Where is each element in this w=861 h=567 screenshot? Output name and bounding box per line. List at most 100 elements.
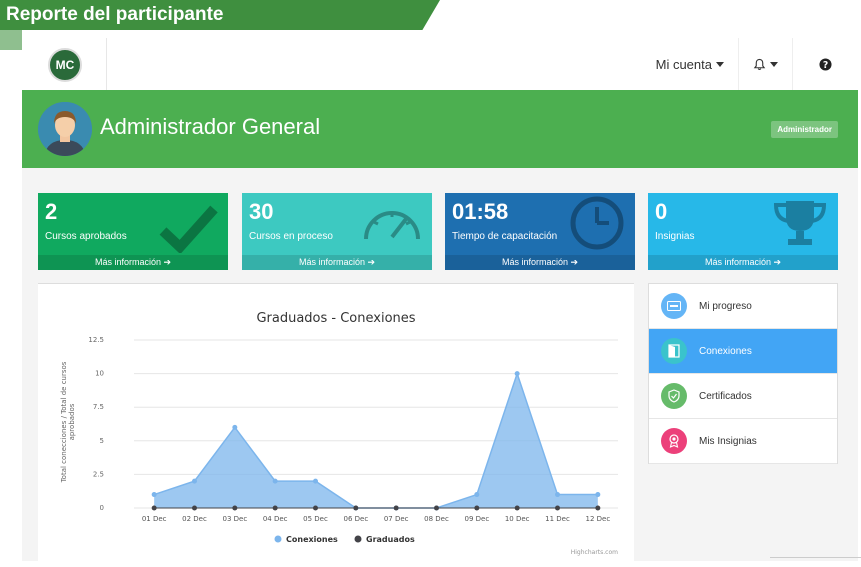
speedometer-icon bbox=[364, 211, 420, 240]
x-tick-label: 01 Dec bbox=[142, 515, 167, 523]
data-point-graduados[interactable] bbox=[474, 505, 480, 511]
data-point-graduados[interactable] bbox=[434, 505, 439, 511]
data-point-graduados[interactable] bbox=[353, 505, 359, 511]
more-info-label: Más información bbox=[298, 257, 365, 267]
data-point-conexiones[interactable] bbox=[514, 371, 520, 377]
x-tick-label: 07 Dec bbox=[384, 515, 409, 523]
y-tick-label: 12.5 bbox=[88, 336, 104, 344]
y-tick-label: 0 bbox=[100, 504, 104, 512]
stat-value: 01:58 bbox=[452, 199, 509, 224]
stat-box-training-time: 01:58 Tiempo de capacitación Más informa… bbox=[445, 193, 635, 270]
check-icon bbox=[159, 205, 218, 253]
navbar-divider bbox=[106, 38, 107, 90]
side-menu: Mi progreso Conexiones Certificados Mis Ins… bbox=[648, 283, 838, 464]
user-full-name: Administrador General bbox=[100, 114, 321, 139]
trophy-icon bbox=[773, 201, 827, 245]
x-tick-label: 02 Dec bbox=[182, 515, 207, 523]
stat-value: 0 bbox=[655, 199, 668, 224]
data-point-conexiones[interactable] bbox=[313, 478, 318, 484]
chart-legend[interactable]: Conexiones Graduados bbox=[274, 535, 415, 544]
badge-icon bbox=[661, 428, 687, 454]
svg-text:?: ? bbox=[823, 59, 828, 70]
menu-item-certificados[interactable]: Certificados bbox=[649, 374, 837, 419]
more-info-label: Más información bbox=[94, 257, 161, 267]
menu-item-label: Certificados bbox=[699, 390, 752, 402]
more-info-link[interactable]: Más información ➔ bbox=[38, 255, 228, 270]
data-point-conexiones[interactable] bbox=[555, 492, 560, 498]
data-point-graduados[interactable] bbox=[514, 505, 520, 511]
progress-icon bbox=[661, 293, 687, 319]
menu-item-label: Mi progreso bbox=[699, 300, 752, 312]
data-point-graduados[interactable] bbox=[151, 505, 157, 511]
y-tick-label: 2.5 bbox=[93, 470, 104, 478]
data-point-conexiones[interactable] bbox=[192, 478, 197, 484]
connections-chart: Graduados - Conexiones Total conecciones… bbox=[60, 311, 618, 556]
y-tick-label: 5 bbox=[100, 437, 104, 445]
stat-value: 2 bbox=[45, 199, 58, 224]
more-info-link[interactable]: Más información ➔ bbox=[648, 255, 838, 270]
menu-item-mis-insignias[interactable]: Mis Insignias bbox=[649, 419, 837, 464]
data-point-graduados[interactable] bbox=[232, 505, 238, 511]
account-label: Mi cuenta bbox=[655, 56, 712, 72]
menu-item-conexiones[interactable]: Conexiones bbox=[649, 329, 837, 374]
logo-text: MC bbox=[55, 58, 75, 72]
role-badge: Administrador bbox=[771, 121, 838, 138]
profile-header: Administrador General Administrador bbox=[22, 90, 858, 168]
dashboard-content: 2 Cursos aprobados Más información ➔ 30 … bbox=[22, 168, 858, 562]
more-info-link[interactable]: Más información ➔ bbox=[242, 255, 432, 270]
stat-value: 30 bbox=[249, 199, 274, 224]
data-point-conexiones[interactable] bbox=[474, 492, 480, 498]
chevron-down-icon bbox=[716, 61, 724, 67]
x-tick-label: 05 Dec bbox=[303, 515, 328, 523]
stat-label: Insignias bbox=[655, 231, 695, 242]
chart-title: Graduados - Conexiones bbox=[256, 311, 415, 326]
door-icon bbox=[661, 338, 687, 364]
data-point-graduados[interactable] bbox=[393, 505, 399, 511]
shield-check-icon bbox=[661, 383, 687, 409]
legend-label[interactable]: Conexiones bbox=[286, 535, 338, 544]
y-tick-label: 7.5 bbox=[93, 403, 104, 411]
legend-label[interactable]: Graduados bbox=[366, 535, 415, 544]
data-point-graduados[interactable] bbox=[555, 505, 560, 511]
data-point-graduados[interactable] bbox=[272, 505, 278, 511]
data-point-graduados[interactable] bbox=[313, 505, 318, 511]
notifications-menu[interactable] bbox=[738, 38, 792, 90]
data-point-graduados[interactable] bbox=[595, 505, 601, 511]
menu-item-label: Conexiones bbox=[699, 345, 752, 357]
x-tick-label: 08 Dec bbox=[424, 515, 449, 523]
chart-credits[interactable]: Highcharts.com bbox=[571, 549, 618, 556]
data-point-conexiones[interactable] bbox=[595, 492, 601, 498]
chart-y-axis-label: Total conecciones / Total de cursosaprob… bbox=[60, 361, 76, 483]
data-point-conexiones[interactable] bbox=[272, 478, 278, 484]
menu-item-mi-progreso[interactable]: Mi progreso bbox=[649, 284, 837, 329]
report-title: Reporte del participante bbox=[6, 4, 224, 25]
data-point-conexiones[interactable] bbox=[232, 424, 238, 430]
x-tick-label: 06 Dec bbox=[343, 515, 368, 523]
stat-box-approved: 2 Cursos aprobados Más información ➔ bbox=[38, 193, 228, 270]
stat-label: Cursos en proceso bbox=[249, 231, 333, 242]
navbar-right: Mi cuenta ? bbox=[642, 38, 858, 90]
question-icon: ? bbox=[819, 57, 832, 70]
stat-label: Tiempo de capacitación bbox=[452, 231, 558, 242]
menu-item-label: Mis Insignias bbox=[699, 435, 757, 447]
help-button[interactable]: ? bbox=[792, 38, 858, 90]
x-tick-label: 03 Dec bbox=[222, 515, 247, 523]
site-logo[interactable]: MC bbox=[48, 48, 82, 82]
account-menu[interactable]: Mi cuenta bbox=[642, 38, 738, 90]
more-info-label: Más información bbox=[704, 257, 771, 267]
data-point-graduados[interactable] bbox=[192, 505, 197, 511]
stat-label: Cursos aprobados bbox=[45, 231, 127, 242]
clock-icon bbox=[570, 196, 624, 250]
chart-x-axis: 01 Dec 02 Dec 03 Dec 04 Dec 05 Dec 06 Dec 07 D… bbox=[142, 515, 610, 523]
x-tick-label: 10 Dec bbox=[505, 515, 530, 523]
x-tick-label: 04 Dec bbox=[263, 515, 288, 523]
legend-marker bbox=[354, 535, 362, 543]
top-navbar: MC Mi cuenta ? bbox=[22, 38, 858, 91]
bell-icon bbox=[753, 58, 766, 70]
chart-panel: Graduados - Conexiones Total conecciones… bbox=[38, 283, 634, 562]
user-avatar bbox=[38, 102, 92, 156]
stat-box-in-progress: 30 Cursos en proceso Más información ➔ bbox=[242, 193, 432, 270]
more-info-link[interactable]: Más información ➔ bbox=[445, 255, 635, 270]
data-point-conexiones[interactable] bbox=[151, 492, 157, 498]
banner-strip bbox=[0, 30, 22, 50]
